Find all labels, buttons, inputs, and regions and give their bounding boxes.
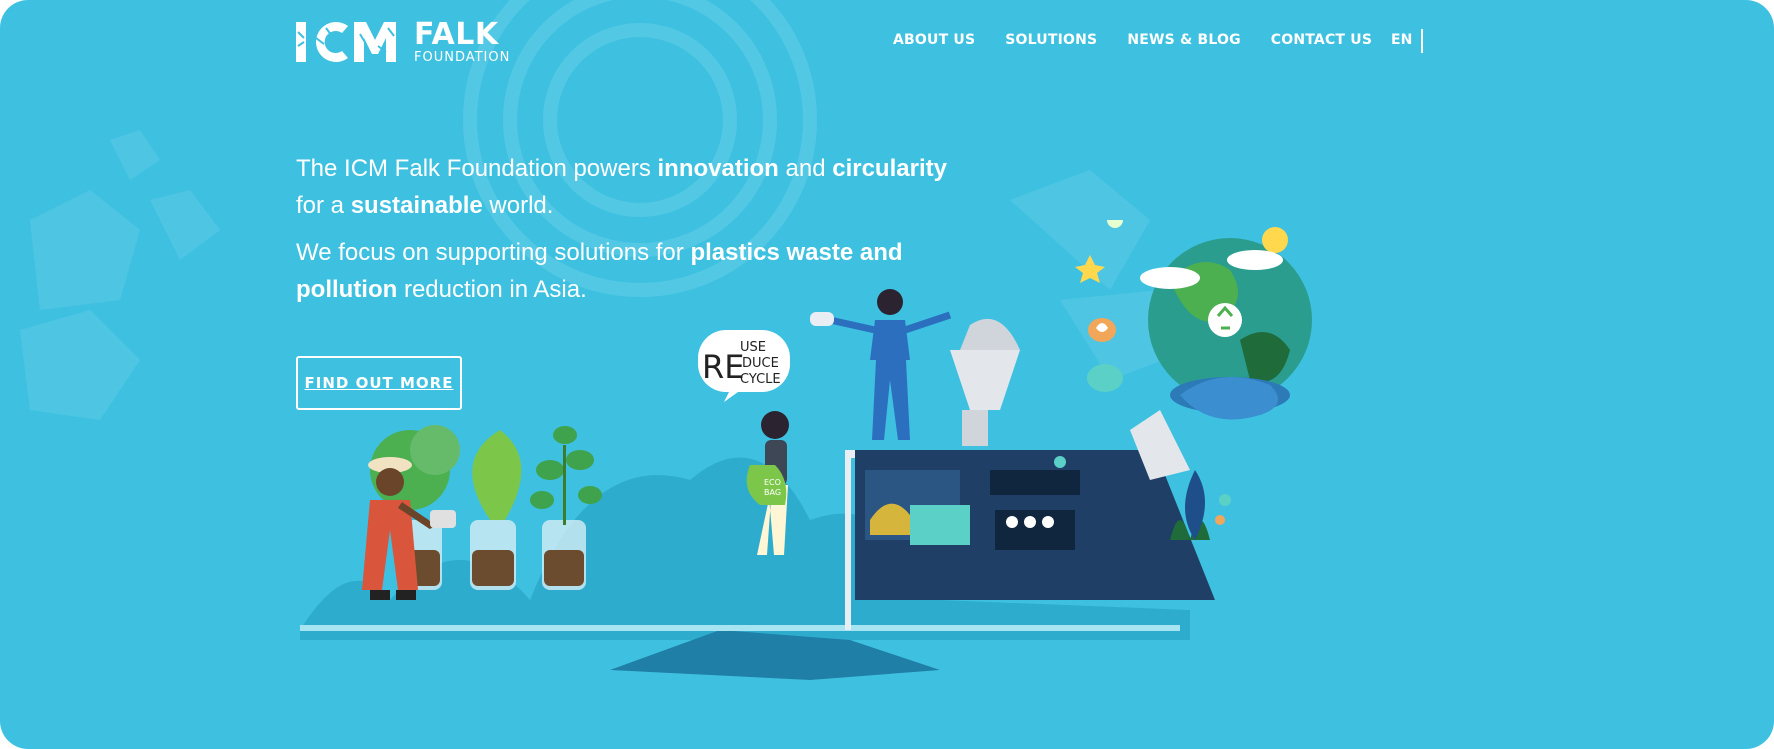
bag-label-line-1: ECO <box>764 478 781 487</box>
nav-solutions[interactable]: SOLUTIONS <box>1005 32 1097 48</box>
ground-line <box>300 625 1180 631</box>
hero-line-1-text: and <box>778 155 833 182</box>
hero-line-1-text: world. <box>482 192 554 219</box>
hero-line-1-bold: sustainable <box>350 192 483 219</box>
bubble-line-1: USE <box>740 340 766 355</box>
hero-line-1-bold: circularity <box>832 155 947 182</box>
hero-line-1-text: for a <box>296 192 351 219</box>
nav-news-blog[interactable]: NEWS & BLOG <box>1127 32 1240 48</box>
bubble-line-3: CYCLE <box>740 372 781 387</box>
bubble-line-2: DUCE <box>742 356 779 371</box>
foreground-plants <box>1170 470 1231 540</box>
language-divider <box>1421 29 1423 53</box>
logo-name: FALK <box>414 17 499 52</box>
logo[interactable]: FALK FOUNDATION <box>296 18 510 66</box>
bag-label-line-2: BAG <box>764 488 781 497</box>
bubble-prefix: RE <box>702 348 744 386</box>
hero-line-1-bold: innovation <box>657 155 779 182</box>
hero-line-1-text: The ICM Falk Foundation powers <box>296 155 658 182</box>
woman-figure <box>810 289 952 440</box>
nav-contact-us[interactable]: CONTACT US <box>1271 32 1372 48</box>
hero-illustration: ECO BAG RE USE DUCE CYCLE <box>300 220 1312 680</box>
reuse-speech-bubble: RE USE DUCE CYCLE <box>698 330 790 402</box>
page-frame: FALK FOUNDATION ABOUT US SOLUTIONS NEWS … <box>0 0 1774 749</box>
hero-line-1: The ICM Falk Foundation powers innovatio… <box>296 150 976 224</box>
earth-globe <box>1075 220 1312 420</box>
main-nav: ABOUT US SOLUTIONS NEWS & BLOG CONTACT U… <box>893 32 1372 48</box>
language-switch[interactable]: EN <box>1391 32 1412 48</box>
nav-about-us[interactable]: ABOUT US <box>893 32 975 48</box>
icm-logo-mark <box>296 22 396 63</box>
logo-subtitle: FOUNDATION <box>414 50 511 65</box>
logo-text: FALK FOUNDATION <box>414 17 511 65</box>
